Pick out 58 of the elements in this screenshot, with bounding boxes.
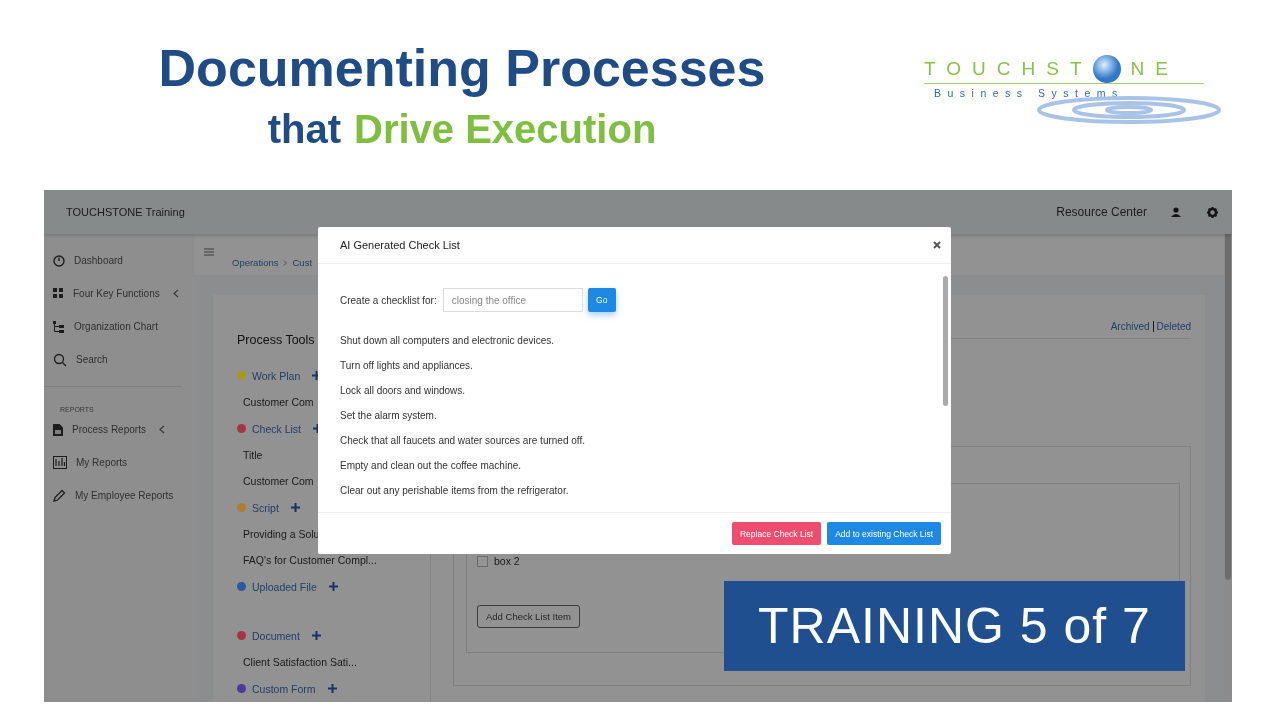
breadcrumb-link[interactable]: Operations [232,257,279,268]
headline-highlight: Drive Execution [354,106,657,153]
sidebar-item[interactable]: My Employee Reports [44,479,194,512]
generated-item: Shut down all computers and electronic devices. [340,334,555,348]
org-chart-icon [53,320,65,333]
tool-link[interactable]: Script [252,501,279,514]
modal-title: AI Generated Check List [340,239,460,251]
filter-link[interactable]: Deleted [1156,321,1191,332]
section-title: Process Tools [237,333,315,349]
field-label: Create a checklist for: [340,294,437,306]
checkbox[interactable] [477,555,488,567]
headline-subtitle: that [267,106,341,153]
add-button[interactable]: Add to existing Check List [827,522,941,545]
chart-icon [53,456,67,469]
go-button[interactable]: Go [587,288,616,312]
filter-link[interactable]: Archived [1110,321,1150,332]
logo-tagline: Business Systems [934,87,1125,99]
generated-item: Turn off lights and appliances. [340,359,474,373]
headline-title: Documenting Processes [158,38,766,98]
logo-wordmark: TOUCHST [924,58,1093,80]
chevron-right-icon [283,259,288,266]
banner-title: TRAINING 5 of 7 [758,597,1151,655]
sidebar-item[interactable]: Process Reports [44,413,194,446]
generated-item: Set the alarm system. [340,409,438,423]
resource-center-link[interactable]: Resource Center [1056,205,1147,219]
checklist-item-label: box 2 [494,555,520,567]
add-item-button[interactable]: Add Check List Item [477,605,580,628]
sidebar-item[interactable]: My Reports [44,446,194,479]
sidebar-item[interactable]: Four Key Functions [44,277,194,310]
replace-button[interactable]: Replace Check List [731,522,822,545]
generated-item: Clear out any perishable items from the refrigerator. [340,484,570,498]
orb-icon [1092,54,1123,84]
chevron-left-icon [172,289,179,298]
pencil-icon [53,489,66,502]
tool-item[interactable]: Client Satisfaction Sati... [237,649,430,675]
tool-link[interactable]: Check List [252,422,302,435]
tool-link[interactable]: Uploaded File [252,580,317,593]
document-icon [53,423,63,436]
search-icon [53,352,67,367]
user-icon[interactable] [1171,207,1181,217]
tool-link[interactable]: Custom Form [252,682,316,695]
chevron-left-icon [158,425,165,434]
sidebar-item[interactable]: Search [44,343,194,376]
settings-icon[interactable] [1207,206,1218,218]
logo-wordmark: NE [1130,58,1179,80]
generated-item: Empty and clean out the coffee machine. [340,459,523,473]
sidebar-item[interactable]: Dashboard [44,244,194,277]
gauge-icon [53,254,65,267]
app-title: TOUCHSTONE Training [66,206,186,218]
breadcrumb-link[interactable]: Cust [292,257,313,268]
generated-item: Check that all faucets and water sources are turned off. [340,434,586,448]
sidebar-item[interactable]: Organization Chart [44,310,194,343]
tool-link[interactable]: Document [252,629,300,642]
grid-icon [53,288,64,299]
tool-link[interactable]: Work Plan [252,369,301,382]
generated-item: Lock all doors and windows. [340,384,467,398]
close-icon[interactable] [933,241,941,249]
checklist-topic-field[interactable]: closing the office [442,288,583,312]
